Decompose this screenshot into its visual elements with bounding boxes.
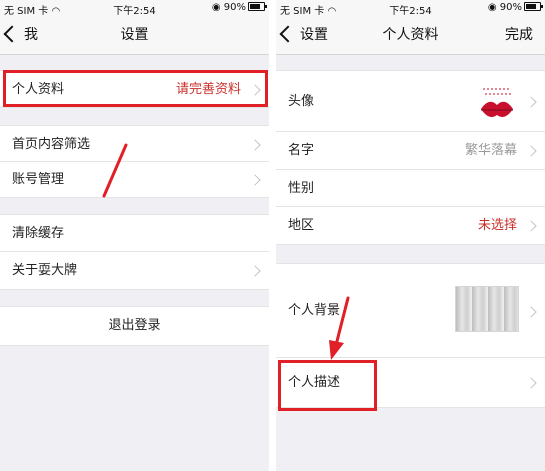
arrowhead-icon <box>329 340 344 360</box>
annotation-line <box>334 296 350 347</box>
screenshot-composite: 无 SIM 卡 ◠ 下午2:54 ◉ 90% 我 设置 个人资料 请完善资料 首… <box>0 0 545 471</box>
annotation-line <box>102 143 128 198</box>
annotation-arrow <box>102 143 128 198</box>
settings-screen: 无 SIM 卡 ◠ 下午2:54 ◉ 90% 我 设置 个人资料 请完善资料 首… <box>0 0 269 471</box>
profile-screen: 无 SIM 卡 ◠ 下午2:54 ◉ 90% 设置 个人资料 完成 头像 名字 … <box>276 0 545 471</box>
divider <box>269 0 276 471</box>
annotation-arrow <box>329 296 350 360</box>
